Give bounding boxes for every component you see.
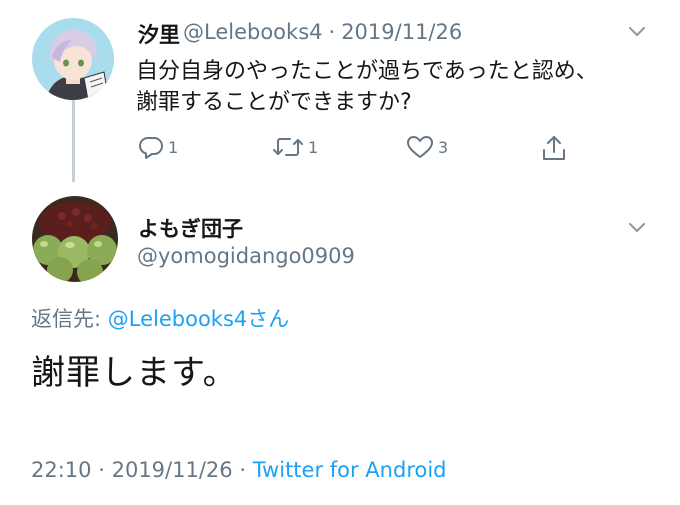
like-button[interactable]: 3 [406,134,448,160]
reply-to-handle-link[interactable]: @Lelebooks4さん [108,307,290,331]
main-handle[interactable]: @yomogidango0909 [137,244,355,268]
parent-meta-separator: · [328,20,336,44]
reply-to-prefix: 返信先: [31,307,102,331]
main-meta-separator-2: · [239,458,247,482]
main-avatar[interactable] [32,196,118,282]
main-tweet-text: 謝罪します。 [31,353,238,393]
main-tweet-source-link[interactable]: Twitter for Android [253,458,447,482]
share-button[interactable] [541,134,567,162]
retweet-icon [273,138,303,156]
reply-count: 1 [168,137,179,157]
like-count: 3 [438,137,449,157]
heart-icon [407,136,433,158]
retweet-count: 1 [308,137,319,157]
reply-icon [139,137,163,159]
parent-display-name[interactable]: 汐里 [138,19,180,49]
parent-date[interactable]: 2019/11/26 [341,20,462,44]
parent-more-chevron-down-icon[interactable] [628,26,646,38]
share-icon [543,136,565,160]
thread-connector-line [72,96,75,182]
main-tweet-meta: 22:10 · 2019/11/26 · Twitter for Android [31,458,447,482]
main-tweet-time: 22:10 [31,458,92,482]
main-display-name[interactable]: よもぎ団子 [138,213,243,243]
parent-avatar[interactable] [32,18,114,100]
main-tweet-date: 2019/11/26 [111,458,233,482]
parent-handle[interactable]: @Lelebooks4 [183,20,323,44]
reply-button[interactable]: 1 [138,134,178,160]
reply-to-line: 返信先: @Lelebooks4さん [31,303,289,333]
retweet-button[interactable]: 1 [272,134,318,160]
main-meta-separator-1: · [98,458,105,482]
main-more-chevron-down-icon[interactable] [628,222,646,234]
parent-meta: @Lelebooks4 · 2019/11/26 [183,20,468,44]
parent-tweet-text: 自分自身のやったことが過ちであったと認め、謝罪することができますか? [136,59,598,115]
